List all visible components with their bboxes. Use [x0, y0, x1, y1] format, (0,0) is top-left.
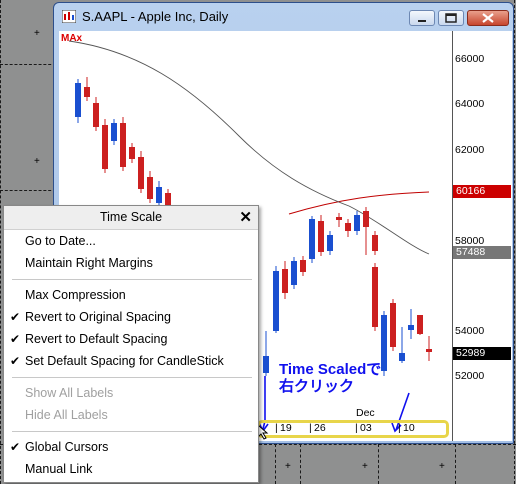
time-scale-separator: | [355, 422, 358, 434]
menu-item-label: Hide All Labels [25, 408, 108, 422]
close-button[interactable] [467, 10, 509, 26]
last-price-marker: 52989 [453, 347, 511, 360]
grid-line [275, 444, 276, 484]
menu-item-label: Global Cursors [25, 440, 109, 454]
time-scale-separator: | [398, 422, 401, 434]
cross-icon: + [34, 28, 40, 39]
grid-line [0, 64, 56, 65]
menu-item-label: Revert to Default Spacing [25, 332, 168, 346]
mouse-cursor-icon [257, 424, 269, 440]
window-title: S.AAPL - Apple Inc, Daily [82, 9, 229, 24]
annotation-line-2: 右クリック [279, 378, 355, 395]
menu-item-maintain-right-margins[interactable]: Maintain Right Margins [4, 253, 258, 273]
minimize-icon [418, 20, 426, 22]
time-tick: 19 [280, 422, 292, 434]
time-scale-context-menu[interactable]: Time Scale ✕ Go to Date... Maintain Righ… [3, 205, 259, 483]
checkmark-icon: ✔ [10, 354, 21, 368]
menu-item-revert-original-spacing[interactable]: ✔ Revert to Original Spacing [4, 307, 258, 327]
menu-item-label: Show All Labels [25, 386, 114, 400]
menu-item-max-compression[interactable]: Max Compression [4, 285, 258, 305]
price-tick: 62000 [455, 144, 485, 156]
month-label: Dec [356, 407, 375, 419]
checkmark-icon: ✔ [10, 332, 21, 346]
grid-line [300, 444, 301, 484]
price-tick: 64000 [455, 98, 485, 110]
long-ma-price-marker: 60166 [453, 185, 511, 198]
menu-item-label: Manual Link [25, 462, 93, 476]
menu-item-label: Set Default Spacing for CandleStick [25, 354, 224, 368]
short-ma-price-marker: 57488 [453, 246, 511, 259]
time-tick: 10 [403, 422, 415, 434]
maximize-button[interactable] [438, 10, 464, 26]
close-icon[interactable]: ✕ [239, 208, 252, 226]
checkmark-icon: ✔ [10, 440, 21, 454]
close-icon [482, 13, 494, 23]
chart-app-icon [62, 10, 76, 23]
cross-icon: + [362, 461, 368, 472]
menu-item-label: Revert to Original Spacing [25, 310, 171, 324]
menu-item-global-cursors[interactable]: ✔ Global Cursors [4, 437, 258, 457]
menu-item-label: Max Compression [25, 288, 126, 302]
time-scale-separator: | [275, 422, 278, 434]
menu-item-go-to-date[interactable]: Go to Date... [4, 231, 258, 251]
menu-title: Time Scale [99, 210, 163, 224]
price-tick: 52000 [455, 370, 485, 382]
annotation-line-1: Time Scaledで [279, 361, 382, 378]
price-tick: 54000 [455, 325, 485, 337]
cross-icon: + [34, 156, 40, 167]
grid-line [0, 190, 56, 191]
grid-line [514, 0, 515, 484]
menu-item-revert-default-spacing[interactable]: ✔ Revert to Default Spacing [4, 329, 258, 349]
menu-separator [12, 279, 252, 280]
menu-item-label: Go to Date... [25, 234, 96, 248]
price-tick: 66000 [455, 53, 485, 65]
menu-item-hide-all-labels: Hide All Labels [4, 405, 258, 425]
cross-icon: + [439, 461, 445, 472]
minimize-button[interactable] [409, 10, 435, 26]
grid-line [455, 444, 456, 484]
menu-item-show-all-labels: Show All Labels [4, 383, 258, 403]
grid-line [0, 0, 1, 484]
menu-separator [12, 377, 252, 378]
menu-separator [12, 431, 252, 432]
grid-line [378, 444, 379, 484]
time-tick: 03 [360, 422, 372, 434]
menu-item-label: Maintain Right Margins [25, 256, 153, 270]
restore-icon [445, 13, 457, 23]
menu-item-set-default-spacing[interactable]: ✔ Set Default Spacing for CandleStick [4, 351, 258, 371]
time-scale-separator: | [309, 422, 312, 434]
menu-header: Time Scale ✕ [4, 206, 258, 230]
checkmark-icon: ✔ [10, 310, 21, 324]
annotation-text: Time Scaledで 右クリック [279, 361, 381, 395]
time-tick: 26 [314, 422, 326, 434]
price-axis[interactable]: 66000 64000 62000 58000 54000 52000 6016… [452, 31, 512, 441]
cross-icon: + [285, 461, 291, 472]
title-bar[interactable]: S.AAPL - Apple Inc, Daily [54, 3, 513, 31]
menu-item-manual-link[interactable]: Manual Link [4, 459, 258, 479]
